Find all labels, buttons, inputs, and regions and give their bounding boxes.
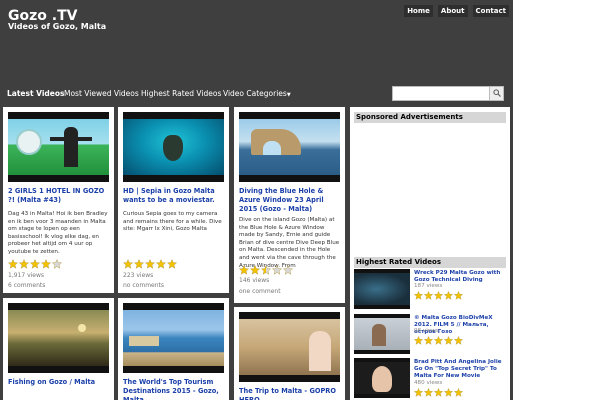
video-thumbnail[interactable]: [239, 112, 340, 182]
rating-stars[interactable]: [8, 259, 62, 269]
star-icon[interactable]: [19, 259, 29, 269]
video-thumbnail[interactable]: [123, 112, 224, 182]
star-icon[interactable]: [8, 259, 18, 269]
video-title-link[interactable]: HD | Sepia in Gozo Malta wants to be a m…: [123, 187, 224, 205]
rating-stars[interactable]: [123, 259, 177, 269]
video-card[interactable]: The World's Top Tourism Destinations 201…: [118, 298, 229, 400]
view-count: 1,917 views: [8, 272, 45, 279]
rating-stars[interactable]: [239, 265, 293, 275]
site-subtitle: Videos of Gozo, Malta: [8, 22, 107, 31]
rated-video-item[interactable]: © Malta Gozo BioDivMeX 2012. FILM 5 // М…: [354, 314, 506, 356]
right-gutter: [513, 0, 600, 400]
star-icon[interactable]: [30, 259, 40, 269]
star-icon[interactable]: [41, 259, 51, 269]
chevron-down-icon: ▼: [286, 92, 291, 98]
star-icon[interactable]: [454, 388, 463, 397]
top-nav: Home About Contact: [404, 5, 509, 17]
star-icon[interactable]: [239, 265, 249, 275]
star-icon[interactable]: [261, 265, 271, 275]
rated-video-item[interactable]: Wreck P29 Malta Gozo with Gozo Technical…: [354, 269, 506, 311]
star-icon[interactable]: [134, 259, 144, 269]
star-icon[interactable]: [454, 291, 463, 300]
site-header: Gozo .TV Videos of Gozo, Malta Home Abou…: [0, 0, 513, 84]
search-box: [392, 86, 504, 101]
star-icon[interactable]: [424, 336, 433, 345]
comment-count[interactable]: no comments: [123, 281, 164, 291]
star-icon[interactable]: [250, 265, 260, 275]
tab-most-viewed-videos[interactable]: Most Viewed Videos: [64, 89, 139, 98]
star-icon[interactable]: [434, 336, 443, 345]
view-count: 146 views: [239, 277, 270, 284]
tab-video-categories[interactable]: Video Categories▼: [223, 89, 291, 98]
rated-video-item[interactable]: Brad Pitt And Angelina Jolie Go On "Top …: [354, 358, 506, 400]
video-title-link[interactable]: Fishing on Gozo / Malta: [8, 378, 109, 387]
rating-stars[interactable]: [414, 388, 463, 397]
star-icon[interactable]: [156, 259, 166, 269]
star-icon[interactable]: [434, 291, 443, 300]
star-icon[interactable]: [272, 265, 282, 275]
view-count: 480 views: [414, 380, 443, 386]
view-count: 98 views: [414, 328, 439, 334]
star-icon[interactable]: [283, 265, 293, 275]
star-icon[interactable]: [454, 336, 463, 345]
rating-stars[interactable]: [414, 291, 463, 300]
video-thumbnail[interactable]: [239, 312, 340, 382]
tab-video-categories-label: Video Categories: [223, 89, 287, 98]
nav-about[interactable]: About: [437, 5, 468, 17]
page: Gozo .TV Videos of Gozo, Malta Home Abou…: [0, 0, 600, 400]
video-title-link[interactable]: 2 GIRLS 1 HOTEL IN GOZO ?! (Malta #43): [8, 187, 109, 205]
video-description: Dive on the island Gozo (Malta) at the B…: [239, 217, 340, 269]
star-icon[interactable]: [424, 388, 433, 397]
search-button[interactable]: [489, 87, 503, 100]
star-icon[interactable]: [414, 336, 423, 345]
view-count: 223 views: [123, 272, 154, 279]
star-icon[interactable]: [444, 291, 453, 300]
nav-contact[interactable]: Contact: [472, 5, 509, 17]
video-card[interactable]: HD | Sepia in Gozo Malta wants to be a m…: [118, 107, 229, 293]
video-card[interactable]: Diving the Blue Hole & Azure Window 23 A…: [234, 107, 345, 303]
star-icon[interactable]: [444, 336, 453, 345]
star-icon[interactable]: [52, 259, 62, 269]
video-card[interactable]: The Trip to Malta - GOPRO HERO: [234, 307, 345, 400]
view-count: 187 views: [414, 283, 443, 289]
video-card[interactable]: Fishing on Gozo / Malta: [3, 298, 114, 400]
video-thumbnail[interactable]: [354, 358, 410, 398]
star-icon[interactable]: [434, 388, 443, 397]
comment-count[interactable]: 6 comments: [8, 281, 45, 291]
nav-home[interactable]: Home: [404, 5, 433, 17]
rating-stars[interactable]: [414, 336, 463, 345]
video-title-link[interactable]: Diving the Blue Hole & Azure Window 23 A…: [239, 187, 340, 214]
search-icon: [493, 89, 501, 97]
video-thumbnail[interactable]: [354, 269, 410, 309]
video-title-link[interactable]: The Trip to Malta - GOPRO HERO: [239, 387, 340, 400]
comment-count[interactable]: one comment: [239, 287, 281, 297]
video-thumbnail[interactable]: [123, 303, 224, 373]
video-thumbnail[interactable]: [354, 314, 410, 354]
search-input[interactable]: [393, 87, 489, 100]
star-icon[interactable]: [414, 388, 423, 397]
highest-rated-panel: Highest Rated Videos Wreck P29 Malta Goz…: [350, 252, 510, 400]
video-description: Curious Sepia goes to my camera and rema…: [123, 211, 222, 233]
sponsored-ads-panel: Sponsored Advertisements: [350, 107, 510, 252]
video-title-link[interactable]: Brad Pitt And Angelina Jolie Go On "Top …: [414, 359, 506, 380]
tab-latest-videos[interactable]: Latest Videos: [7, 89, 65, 98]
panel-heading: Highest Rated Videos: [354, 257, 506, 268]
star-icon[interactable]: [123, 259, 133, 269]
video-description: Dag 43 in Malta! Hoi ik ben Bradley en i…: [8, 211, 108, 255]
video-title-link[interactable]: The World's Top Tourism Destinations 201…: [123, 378, 224, 400]
tab-highest-rated-videos[interactable]: Highest Rated Videos: [141, 89, 221, 98]
star-icon[interactable]: [167, 259, 177, 269]
panel-heading: Sponsored Advertisements: [354, 112, 506, 123]
video-thumbnail[interactable]: [8, 303, 109, 373]
star-icon[interactable]: [444, 388, 453, 397]
star-icon[interactable]: [424, 291, 433, 300]
video-title-link[interactable]: Wreck P29 Malta Gozo with Gozo Technical…: [414, 270, 506, 284]
star-icon[interactable]: [414, 291, 423, 300]
video-thumbnail[interactable]: [8, 112, 109, 182]
star-icon[interactable]: [145, 259, 155, 269]
video-card[interactable]: 2 GIRLS 1 HOTEL IN GOZO ?! (Malta #43) D…: [3, 107, 114, 293]
